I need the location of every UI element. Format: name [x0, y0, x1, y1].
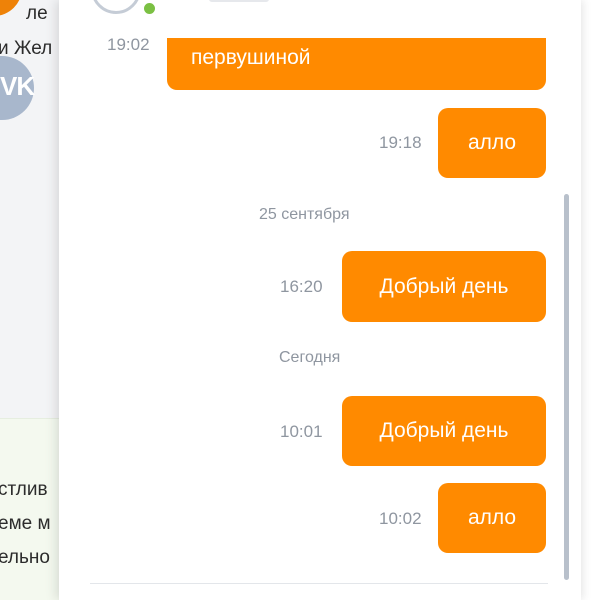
divider	[90, 583, 548, 584]
online-status-dot	[142, 1, 157, 16]
user-avatar[interactable]	[91, 0, 141, 14]
message-bubble[interactable]: Добрый день	[342, 251, 546, 322]
chat-title	[209, 0, 269, 2]
message-time: 19:02	[107, 35, 150, 54]
message-text: Добрый день	[379, 274, 509, 298]
message-time: 10:02	[379, 509, 422, 528]
date-separator: Сегодня	[279, 349, 341, 366]
message-time: 16:20	[280, 277, 323, 296]
vk-logo-icon[interactable]: VK	[0, 56, 35, 120]
chat-panel: 19:02 первушиной 19:18 алло 25 сентября …	[59, 0, 581, 600]
background-text: еме м	[0, 513, 51, 534]
date-separator: 25 сентября	[259, 206, 350, 223]
scrollbar[interactable]	[564, 194, 569, 580]
message-bubble[interactable]: Добрый день	[342, 396, 546, 466]
message-bubble[interactable]: алло	[438, 108, 546, 178]
background-text: стлив	[0, 479, 48, 500]
message-text: первушиной	[191, 46, 311, 69]
message-time: 19:18	[379, 133, 422, 152]
message-bubble[interactable]: алло	[438, 483, 546, 553]
chat-header	[59, 0, 581, 38]
background-text: ле	[26, 3, 48, 24]
page: ле и Жел VK стлив еме м ельно 19:02 перв…	[0, 0, 600, 600]
message-list[interactable]: 19:02 первушиной 19:18 алло 25 сентября …	[59, 0, 581, 582]
background-text: и Жел	[0, 38, 53, 59]
message-text: алло	[467, 506, 517, 529]
background-avatar	[0, 0, 22, 16]
message-text: Добрый день	[379, 419, 509, 442]
background-text: ельно	[0, 547, 50, 568]
message-time: 10:01	[280, 422, 323, 441]
message-text: алло	[467, 131, 517, 154]
